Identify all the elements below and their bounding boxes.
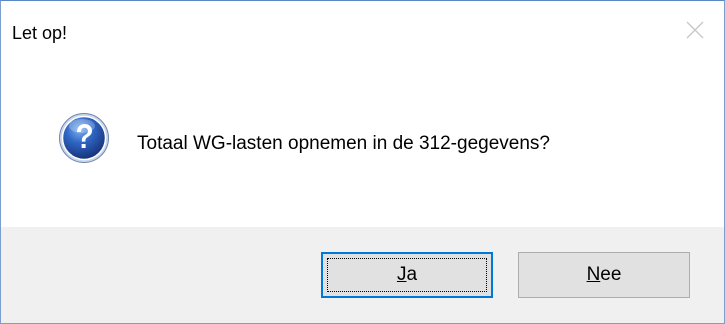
close-button[interactable] [666, 1, 724, 59]
yes-button[interactable]: Ja [321, 252, 493, 298]
question-icon [59, 113, 109, 163]
dialog-message: Totaal WG-lasten opnemen in de 312-gegev… [137, 133, 550, 154]
yes-label-rest: a [406, 264, 418, 285]
no-button-label: Nee [587, 264, 622, 286]
no-label-rest: ee [600, 264, 622, 285]
dialog-title: Let op! [12, 23, 68, 43]
close-icon [686, 21, 704, 39]
yes-button-label: Ja [397, 264, 417, 286]
no-mnemonic: N [586, 264, 601, 285]
message-dialog: Let op! Totaal WG-lasten opnemen in de 3… [0, 0, 725, 324]
title-bar: Let op! [1, 1, 724, 59]
button-bar: Ja Nee [1, 227, 724, 323]
dialog-content: Totaal WG-lasten opnemen in de 312-gegev… [1, 59, 724, 227]
no-button[interactable]: Nee [518, 252, 690, 298]
